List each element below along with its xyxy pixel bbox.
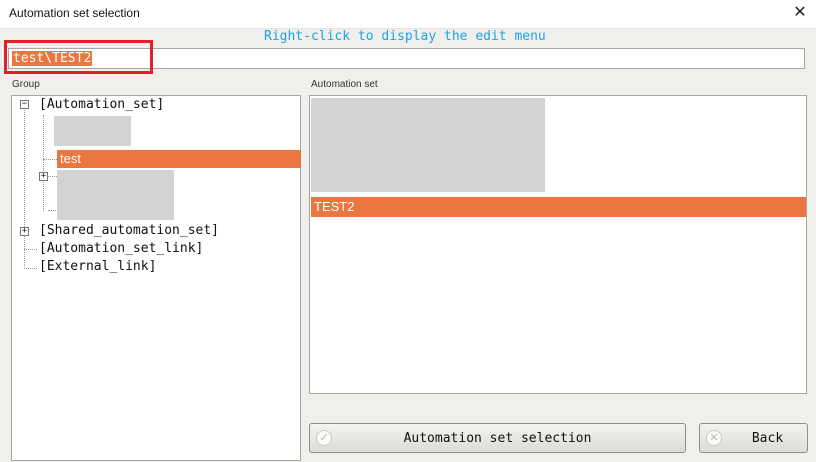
tree-item-automation-set-link[interactable]: [Automation_set_link] (39, 241, 203, 256)
expand-icon[interactable]: + (20, 227, 29, 236)
cancel-icon: ✕ (706, 430, 722, 446)
group-tree[interactable]: − [Automation_set] test + + [Shared_auto… (11, 95, 301, 461)
tree-item-test-label: test (60, 151, 81, 166)
redacted-tree-item (54, 116, 131, 146)
path-input-value[interactable]: test\TEST2 (12, 51, 93, 66)
list-item-test2[interactable]: TEST2 (311, 197, 806, 217)
tree-item-automation-set[interactable]: [Automation_set] (39, 97, 164, 112)
automation-set-label: Automation set (311, 79, 378, 90)
window-title: Automation set selection (9, 6, 140, 20)
back-button-label: Back (751, 431, 784, 446)
title-bar: Automation set selection ✕ (0, 0, 816, 29)
tree-connector (24, 110, 25, 269)
back-button[interactable]: ✕ Back (699, 423, 808, 453)
automation-set-selection-button-label: Automation set selection (403, 431, 592, 446)
redacted-tree-item (57, 170, 174, 220)
tree-connector (24, 249, 37, 250)
automation-set-list[interactable]: TEST2 (309, 95, 807, 394)
path-input[interactable]: test\TEST2 (8, 48, 805, 69)
expand-icon[interactable]: + (39, 172, 48, 181)
tree-connector (48, 176, 57, 177)
list-item-test2-label: TEST2 (314, 199, 355, 214)
collapse-icon[interactable]: − (20, 100, 29, 109)
tree-connector (43, 159, 57, 160)
edit-menu-hint: Right-click to display the edit menu (264, 29, 546, 44)
tree-item-test[interactable]: test (57, 150, 301, 168)
tree-item-external-link[interactable]: [External_link] (39, 259, 156, 274)
automation-set-selection-button[interactable]: ✓ Automation set selection (309, 423, 686, 453)
tree-item-shared-automation-set[interactable]: [Shared_automation_set] (39, 223, 219, 238)
group-label: Group (12, 79, 40, 90)
redacted-list-items (311, 98, 545, 192)
tree-connector (24, 268, 37, 269)
close-icon[interactable]: ✕ (790, 3, 810, 23)
tree-connector (43, 115, 44, 211)
